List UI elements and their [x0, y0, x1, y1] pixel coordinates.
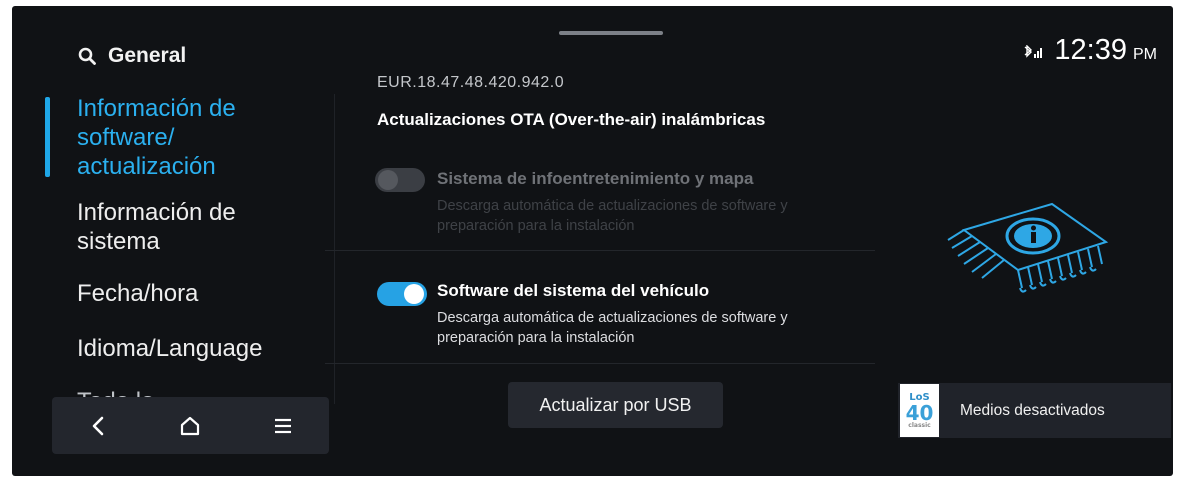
- infotainment-screen: General Información de software/ actuali…: [12, 6, 1173, 476]
- chip-info-icon: [947, 202, 1109, 293]
- infotainment-map-toggle[interactable]: [375, 168, 425, 192]
- row-divider: [325, 250, 875, 251]
- clock-ampm: PM: [1133, 46, 1157, 63]
- sidebar-item-language[interactable]: Idioma/Language: [77, 334, 262, 363]
- vehicle-software-toggle[interactable]: [377, 282, 427, 306]
- logo-text-number: 40: [905, 400, 934, 425]
- sidebar-divider: [334, 94, 335, 404]
- radio-station-logo: LoS 40 classic: [900, 384, 939, 437]
- option-description-line: Descarga automática de actualizaciones d…: [437, 310, 788, 326]
- sidebar-item-label-line: Información de: [77, 199, 236, 226]
- option-description-line: Descarga automática de actualizaciones d…: [437, 198, 788, 214]
- sidebar-item-label-line: software/: [77, 124, 175, 151]
- search-icon: [78, 47, 96, 65]
- sidebar-title: General: [108, 44, 187, 67]
- sidebar-item-label-line: Idioma/Language: [77, 335, 263, 362]
- toggle-knob: [378, 170, 398, 190]
- sidebar-item-date-time[interactable]: Fecha/hora: [77, 279, 198, 308]
- sidebar-item-system-info[interactable]: Información de sistema: [77, 198, 236, 256]
- status-bar: 12:39 PM: [1022, 34, 1157, 67]
- menu-button[interactable]: [258, 406, 308, 446]
- sidebar-item-software-update[interactable]: Información de software/ actualización: [77, 94, 236, 181]
- media-status-label: Medios desactivados: [960, 401, 1105, 419]
- menu-icon: [274, 418, 291, 433]
- bottom-navigation: [52, 397, 329, 454]
- toggle-knob: [404, 284, 424, 304]
- bluetooth-signal-icon: [1024, 45, 1043, 58]
- back-button[interactable]: [73, 406, 123, 446]
- home-button[interactable]: [165, 406, 215, 446]
- option-title: Software del sistema del vehículo: [437, 281, 710, 300]
- search-header[interactable]: General: [78, 44, 186, 68]
- option-title: Sistema de infoentretenimiento y mapa: [437, 169, 754, 188]
- usb-update-button[interactable]: Actualizar por USB: [508, 382, 723, 428]
- pull-down-handle[interactable]: [559, 31, 663, 35]
- option-description: Descarga automática de actualizaciones d…: [437, 196, 877, 236]
- clock-time: 12:39: [1054, 34, 1127, 66]
- ota-section-title: Actualizaciones OTA (Over-the-air) inalá…: [377, 110, 766, 129]
- media-widget[interactable]: LoS 40 classic Medios desactivados: [898, 383, 1171, 438]
- logo-text-bottom: classic: [908, 421, 931, 429]
- option-description-line: preparación para la instalación: [437, 330, 635, 346]
- option-description-line: preparación para la instalación: [437, 218, 635, 234]
- row-divider: [325, 363, 875, 364]
- back-icon: [92, 416, 104, 435]
- active-indicator: [45, 97, 50, 177]
- sidebar-item-label-line: sistema: [77, 228, 160, 255]
- sidebar-item-label-line: Fecha/hora: [77, 280, 199, 307]
- sidebar-item-label-line: Información de: [77, 95, 236, 122]
- software-version: EUR.18.47.48.420.942.0: [377, 74, 565, 91]
- option-description: Descarga automática de actualizaciones d…: [437, 308, 877, 348]
- home-icon: [181, 416, 200, 435]
- sidebar-item-label-line: actualización: [77, 153, 216, 180]
